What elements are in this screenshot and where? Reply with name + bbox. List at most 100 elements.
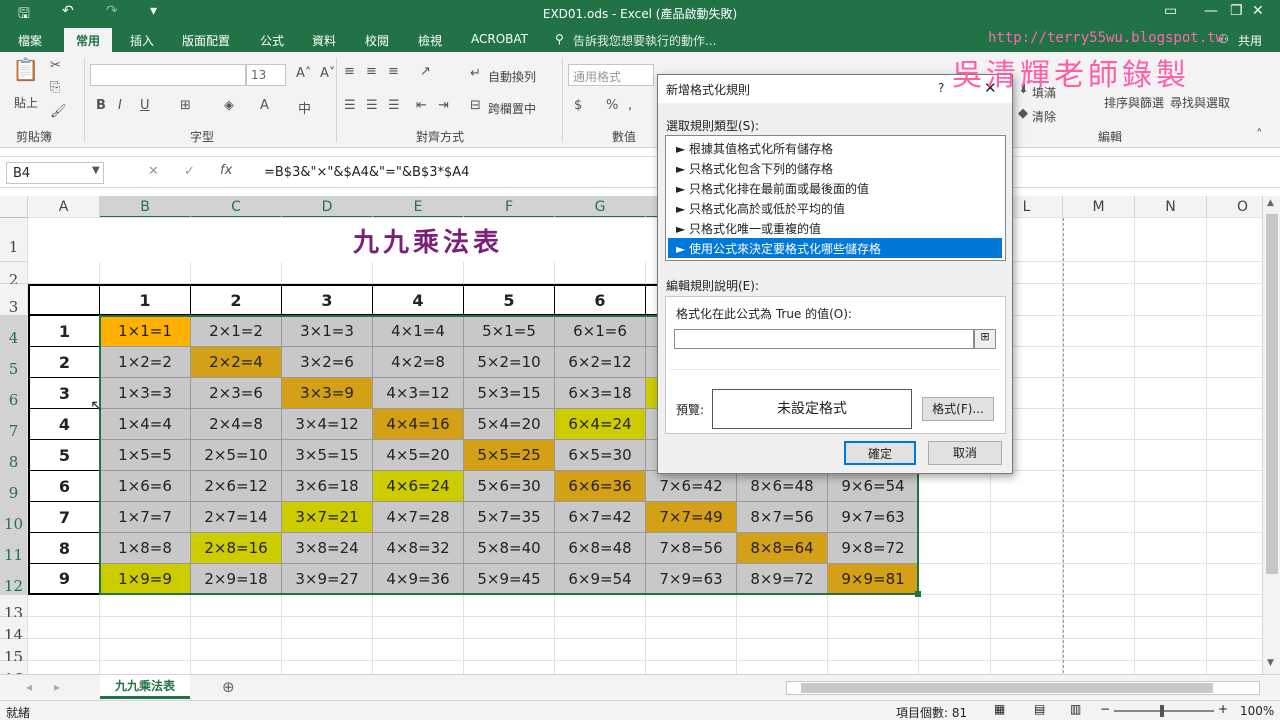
- cut-icon[interactable]: ✂: [50, 58, 61, 73]
- row-number-cell[interactable]: 8: [28, 533, 100, 564]
- tab-view[interactable]: 檢視: [418, 32, 442, 49]
- horizontal-scrollbar[interactable]: [786, 681, 1260, 695]
- zoom-slider[interactable]: [1114, 710, 1214, 712]
- copy-icon[interactable]: ⎘: [50, 80, 60, 95]
- share-button[interactable]: 共用: [1238, 32, 1262, 49]
- row-header-9[interactable]: 9: [0, 471, 28, 502]
- minimize-icon[interactable]: —: [1204, 3, 1218, 19]
- enter-icon[interactable]: ✓: [184, 164, 195, 179]
- rule-option-unique[interactable]: ► 只格式化唯一或重複的值: [668, 218, 1002, 238]
- prev-sheet-icon[interactable]: ◂: [26, 680, 32, 694]
- align-center-icon[interactable]: ☰: [366, 98, 378, 113]
- row-header-3[interactable]: 3: [0, 284, 28, 316]
- insert-function-icon[interactable]: fx: [220, 163, 232, 178]
- row-number-cell[interactable]: 1: [28, 316, 100, 347]
- format-button[interactable]: 格式(F)...: [922, 397, 994, 421]
- row-header-16[interactable]: 16: [0, 661, 28, 674]
- normal-view-icon[interactable]: ▦: [994, 702, 1005, 716]
- clear-icon[interactable]: ◆: [1018, 106, 1028, 121]
- sheet-tab[interactable]: 九九乘法表: [100, 675, 190, 699]
- column-number-cell[interactable]: 5: [464, 284, 555, 316]
- namebox-dropdown-icon[interactable]: ▼: [92, 165, 100, 176]
- grow-font-icon[interactable]: A˄: [296, 66, 311, 81]
- zoom-out-icon[interactable]: −: [1100, 702, 1110, 716]
- rule-option-contains[interactable]: ► 只格式化包含下列的儲存格: [668, 158, 1002, 178]
- row-number-cell[interactable]: 6: [28, 471, 100, 502]
- scroll-thumb[interactable]: [1266, 214, 1278, 574]
- tab-insert[interactable]: 插入: [130, 32, 154, 49]
- align-top-icon[interactable]: ≡: [344, 64, 355, 79]
- rule-option-formula[interactable]: ► 使用公式來決定要格式化哪些儲存格: [668, 238, 1002, 258]
- tell-me-box[interactable]: 告訴我您想要執行的動作...: [573, 32, 716, 49]
- bold-button[interactable]: B: [96, 98, 106, 113]
- add-sheet-icon[interactable]: ⊕: [222, 678, 235, 696]
- collapse-ribbon-icon[interactable]: ˄: [1256, 128, 1263, 143]
- clear-button[interactable]: 清除: [1032, 108, 1056, 125]
- row-header-12[interactable]: 12: [0, 564, 28, 595]
- tab-formulas[interactable]: 公式: [260, 32, 284, 49]
- fill-handle[interactable]: [915, 591, 921, 597]
- row-number-cell[interactable]: 7: [28, 502, 100, 533]
- tab-file[interactable]: 檔案: [18, 32, 42, 49]
- zoom-in-icon[interactable]: +: [1218, 702, 1228, 716]
- name-box[interactable]: B4: [6, 162, 104, 184]
- select-all-corner[interactable]: [0, 196, 28, 218]
- restore-icon[interactable]: ❐: [1230, 3, 1243, 19]
- collapse-dialog-icon[interactable]: ⊞: [974, 329, 996, 349]
- zoom-slider-handle[interactable]: [1160, 705, 1164, 717]
- row-header-8[interactable]: 8: [0, 440, 28, 471]
- tab-acrobat[interactable]: ACROBAT: [471, 32, 528, 46]
- border-icon[interactable]: ⊞: [180, 98, 191, 113]
- font-size-box[interactable]: 13: [246, 64, 286, 86]
- tab-data[interactable]: 資料: [312, 32, 336, 49]
- comma-icon[interactable]: ,: [628, 98, 632, 113]
- row-header-13[interactable]: 13: [0, 595, 28, 622]
- column-header-B[interactable]: B: [100, 196, 191, 218]
- percent-button[interactable]: %: [606, 98, 618, 113]
- column-header-G[interactable]: G: [555, 196, 646, 218]
- next-sheet-icon[interactable]: ▸: [54, 680, 60, 694]
- scroll-up-icon[interactable]: ▲: [1267, 198, 1274, 208]
- wrap-text-icon[interactable]: ↵: [470, 66, 481, 81]
- column-header-A[interactable]: A: [28, 196, 100, 218]
- row-header-6[interactable]: 6: [0, 378, 28, 409]
- row-header-14[interactable]: 14: [0, 617, 28, 644]
- column-header-M[interactable]: M: [1063, 196, 1135, 218]
- increase-indent-icon[interactable]: ⇥: [438, 98, 449, 113]
- row-number-cell[interactable]: 9: [28, 564, 100, 595]
- column-header-C[interactable]: C: [191, 196, 282, 218]
- find-select-button[interactable]: 尋找與選取: [1170, 94, 1230, 111]
- column-header-D[interactable]: D: [282, 196, 373, 218]
- close-window-icon[interactable]: ✕: [1252, 3, 1264, 19]
- sort-filter-button[interactable]: 排序與篩選: [1104, 94, 1164, 111]
- formula-input[interactable]: =B$3&"×"&$A4&"="&B$3*$A4: [264, 165, 469, 180]
- row-header-1[interactable]: 1: [0, 218, 28, 262]
- column-number-cell[interactable]: 6: [555, 284, 646, 316]
- shrink-font-icon[interactable]: A˅: [320, 66, 335, 81]
- row-header-5[interactable]: 5: [0, 347, 28, 378]
- column-number-cell[interactable]: 1: [100, 284, 191, 316]
- row-header-4[interactable]: 4: [0, 316, 28, 347]
- italic-button[interactable]: I: [118, 98, 122, 113]
- cancel-button[interactable]: 取消: [928, 441, 1002, 465]
- row-number-cell[interactable]: 2: [28, 347, 100, 378]
- paste-icon[interactable]: 📋: [12, 58, 39, 83]
- tab-review[interactable]: 校閱: [365, 32, 389, 49]
- column-header-O[interactable]: O: [1207, 196, 1262, 218]
- spreadsheet-grid[interactable]: ABCDEFGHIJKLMNO12345678910111213141516九九…: [0, 196, 1262, 674]
- phonetic-icon[interactable]: 中: [298, 98, 311, 117]
- font-name-box[interactable]: [90, 64, 246, 86]
- orientation-icon[interactable]: ↗: [420, 64, 431, 79]
- page-break-icon[interactable]: ▥: [1070, 702, 1081, 716]
- h-scroll-thumb[interactable]: [801, 683, 1213, 693]
- underline-button[interactable]: U: [140, 98, 150, 113]
- help-button[interactable]: ?: [938, 81, 944, 95]
- row-header-15[interactable]: 15: [0, 639, 28, 666]
- scroll-down-icon[interactable]: ▼: [1267, 658, 1274, 668]
- column-number-cell[interactable]: 2: [191, 284, 282, 316]
- vertical-scrollbar[interactable]: ▲ ▼: [1262, 196, 1280, 674]
- row-header-7[interactable]: 7: [0, 409, 28, 440]
- row-header-10[interactable]: 10: [0, 502, 28, 533]
- ribbon-display-icon[interactable]: ▭: [1164, 3, 1177, 19]
- number-format-box[interactable]: 通用格式: [568, 64, 654, 86]
